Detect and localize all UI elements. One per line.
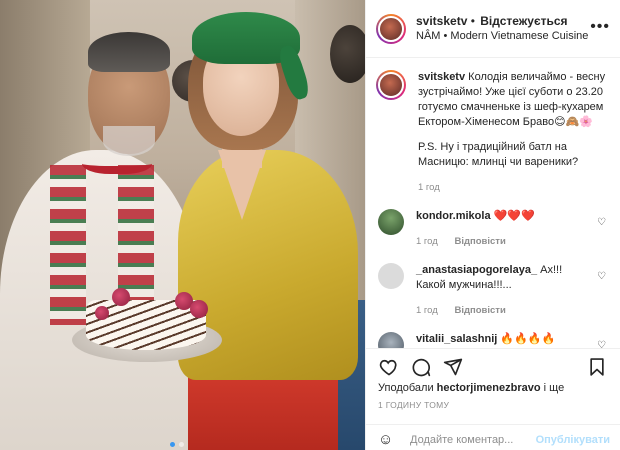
cake-rose	[190, 300, 208, 318]
heart-icon[interactable]: ♡	[597, 340, 606, 348]
comment-username[interactable]: _anastasiapogorelaya_	[416, 264, 537, 276]
comment-text: 🔥🔥🔥🔥	[500, 333, 556, 345]
comments-list[interactable]: svitsketv Колодія величаймо - весну зуст…	[366, 58, 620, 348]
comment-username[interactable]: kondor.mikola	[416, 210, 491, 222]
hanging-pot	[330, 25, 365, 83]
post-timestamp[interactable]: 1 ГОДИНУ ТОМУ	[378, 400, 449, 410]
cake-rose	[112, 288, 130, 306]
comment-text: ❤️❤️❤️	[493, 210, 535, 222]
add-comment-bar: ☺ Додайте коментар... Опублікувати	[366, 424, 620, 450]
publish-button[interactable]: Опублікувати	[536, 434, 610, 446]
post-actions	[366, 348, 620, 384]
comment-time: 1 год	[416, 305, 438, 316]
comment-icon[interactable]	[410, 356, 432, 378]
list-item: vitalii_salashnij 🔥🔥🔥🔥 ♡	[366, 318, 620, 348]
caption-username[interactable]: svitsketv	[418, 71, 465, 83]
heart-icon[interactable]	[378, 356, 400, 378]
avatar[interactable]	[378, 209, 404, 235]
share-icon[interactable]	[442, 356, 464, 378]
liker-username[interactable]: hectorjimenezbravo	[437, 382, 541, 394]
heart-icon[interactable]: ♡	[597, 271, 606, 282]
man-hair	[88, 32, 170, 72]
avatar[interactable]	[378, 332, 404, 348]
shirt-collar	[82, 148, 152, 174]
post-header: svitsketv • Відстежується NÂM • Modern V…	[366, 0, 620, 58]
caption-ps: P.S. Ну і традиційний батл на Масницю: м…	[418, 141, 579, 168]
following-status[interactable]: Відстежується	[480, 14, 567, 28]
bookmark-icon[interactable]	[586, 356, 608, 378]
location-link[interactable]: NÂM • Modern Vietnamese Cuisine	[416, 29, 588, 44]
likes-summary: Уподобали hectorjimenezbravo і ще	[378, 382, 565, 394]
woman-red-pants	[188, 370, 338, 450]
post-photo[interactable]	[0, 0, 365, 450]
carousel-dot	[179, 442, 184, 447]
comment-time: 1 год	[416, 236, 438, 247]
author-username[interactable]: svitsketv	[416, 14, 467, 28]
cake-rose	[95, 306, 109, 320]
list-item: kondor.mikola ❤️❤️❤️ 1 год Відповісти ♡	[366, 195, 620, 249]
reply-button[interactable]: Відповісти	[454, 236, 505, 247]
comment-input[interactable]: Додайте коментар...	[410, 434, 536, 446]
caption-time: 1 год	[418, 182, 440, 193]
smiley-icon[interactable]: ☺	[378, 431, 398, 448]
list-item: _anastasiapogorelaya_ Ах!!! Какой мужчин…	[366, 249, 620, 318]
avatar[interactable]	[376, 70, 406, 100]
avatar[interactable]	[378, 263, 404, 289]
shirt-embroidery	[50, 165, 86, 325]
reply-button[interactable]: Відповісти	[454, 305, 505, 316]
carousel-dots	[170, 442, 184, 447]
avatar[interactable]	[376, 13, 406, 44]
likes-others-link[interactable]: і ще	[544, 382, 565, 394]
blouse-neckline	[218, 150, 266, 220]
carousel-dot-active	[170, 442, 175, 447]
post-caption: svitsketv Колодія величаймо - весну зуст…	[366, 58, 620, 195]
more-horizontal-icon[interactable]: •••	[590, 18, 610, 36]
post-side-panel: svitsketv • Відстежується NÂM • Modern V…	[365, 0, 620, 450]
comment-username[interactable]: vitalii_salashnij	[416, 333, 497, 345]
heart-icon[interactable]: ♡	[597, 217, 606, 228]
